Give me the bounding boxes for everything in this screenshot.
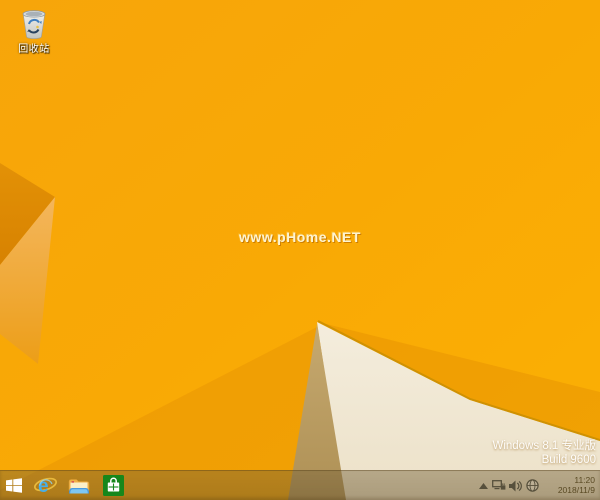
internet-explorer-button[interactable]: e xyxy=(28,471,62,500)
clock-date: 2018/11/9 xyxy=(557,484,595,495)
windows-build-text: Build 9600 xyxy=(541,454,596,466)
recycle-bin-label: 回收站 xyxy=(18,44,50,55)
windows-store-button[interactable] xyxy=(96,471,130,500)
taskbar-clock[interactable]: 11:20 2018/11/9 xyxy=(541,475,598,495)
site-watermark: www.pHome.NET xyxy=(239,229,361,245)
volume-tray-button[interactable] xyxy=(507,471,524,500)
wallpaper xyxy=(0,0,600,500)
input-indicator-button[interactable] xyxy=(524,471,541,500)
input-globe-icon xyxy=(526,479,539,492)
show-hidden-icons-icon xyxy=(479,482,488,489)
network-tray-button[interactable] xyxy=(490,471,507,500)
ie-e-icon: e xyxy=(33,476,57,496)
windows-logo-icon xyxy=(6,478,22,493)
taskbar: e 11:20 2018/11/9 xyxy=(0,470,600,500)
taskbar-buttons: e xyxy=(0,471,130,500)
recycle-bin-icon[interactable]: 回收站 xyxy=(11,5,57,55)
system-watermark: Windows 8.1 专业版 Build 9600 xyxy=(492,439,596,467)
recycle-bin-glyph xyxy=(22,10,46,39)
network-icon xyxy=(491,479,505,490)
file-explorer-button[interactable] xyxy=(62,471,96,500)
svg-text:e: e xyxy=(38,476,49,496)
windows-edition-text: Windows 8.1 专业版 xyxy=(492,440,596,452)
store-bag-icon xyxy=(102,475,124,496)
show-hidden-icons-button[interactable] xyxy=(477,471,490,500)
volume-icon xyxy=(509,480,522,491)
folder-icon xyxy=(68,478,90,493)
system-tray: 11:20 2018/11/9 xyxy=(477,471,598,500)
start-button[interactable] xyxy=(0,471,28,500)
desktop[interactable]: 回收站 www.pHome.NET Windows 8.1 专业版 Build … xyxy=(0,0,600,500)
